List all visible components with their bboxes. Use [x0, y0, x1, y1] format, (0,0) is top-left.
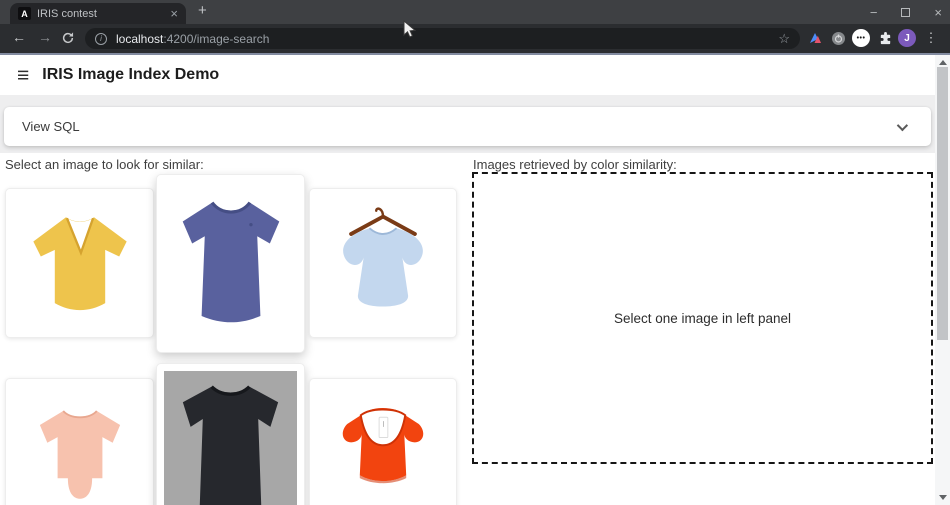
page-title: IRIS Image Index Demo — [42, 66, 219, 84]
lightblue-blouse-image — [325, 202, 441, 324]
app-header: ≡ IRIS Image Index Demo — [0, 55, 935, 95]
browser-toolbar: ← → i localhost:4200/image-search ☆ — [0, 24, 950, 53]
product-card-lightblue-blouse[interactable] — [309, 188, 457, 338]
url-text: localhost:4200/image-search — [116, 32, 269, 46]
tab-title: IRIS contest — [37, 8, 170, 20]
product-card-yellow-top[interactable] — [5, 188, 154, 338]
scrollbar-thumb[interactable] — [937, 67, 948, 340]
favicon-icon: A — [18, 7, 31, 20]
forward-button[interactable]: → — [38, 29, 52, 45]
mouse-cursor — [403, 20, 416, 39]
close-window-button[interactable]: × — [934, 6, 942, 19]
main-content: Select an image to look for similar: Ima… — [0, 153, 935, 505]
reload-button[interactable] — [61, 31, 75, 50]
page-scrollbar[interactable] — [935, 55, 950, 505]
product-card-orange-croptop[interactable] — [309, 378, 457, 505]
view-sql-label: View SQL — [22, 119, 80, 134]
right-panel-heading: Images retrieved by color similarity: — [473, 157, 677, 172]
profile-avatar[interactable]: J — [898, 29, 916, 47]
product-card-peach-onesie[interactable] — [5, 378, 154, 505]
scroll-up-icon[interactable] — [939, 60, 947, 65]
view-sql-panel[interactable]: View SQL — [4, 107, 931, 146]
browser-tab[interactable]: A IRIS contest × — [10, 3, 186, 24]
product-card-black-tshirt[interactable] — [156, 363, 305, 505]
back-button[interactable]: ← — [12, 29, 26, 45]
tab-close-icon[interactable]: × — [170, 7, 178, 20]
hamburger-menu-icon[interactable]: ≡ — [17, 65, 29, 86]
browser-menu-icon[interactable]: ⋮ — [922, 29, 940, 47]
chevron-down-icon[interactable] — [897, 119, 908, 130]
left-panel-heading: Select an image to look for similar: — [5, 157, 204, 172]
product-card-blue-tshirt[interactable] — [156, 174, 305, 353]
bookmark-star-icon[interactable]: ☆ — [778, 31, 790, 47]
address-bar[interactable]: i localhost:4200/image-search ☆ — [85, 28, 800, 49]
new-tab-button[interactable]: + — [198, 2, 207, 19]
site-info-icon[interactable]: i — [95, 33, 107, 45]
extension-dots-icon[interactable]: ••• — [852, 29, 870, 47]
orange-croptop-image — [325, 392, 441, 505]
window-controls: − × — [870, 0, 942, 24]
results-placeholder-text: Select one image in left panel — [614, 311, 791, 326]
yellow-vneck-top-image — [24, 204, 136, 322]
extension-grey-icon[interactable] — [829, 29, 847, 47]
results-dropzone: Select one image in left panel — [472, 172, 933, 464]
extensions-puzzle-icon[interactable] — [876, 29, 894, 47]
browser-window: A IRIS contest × + − × ← → i localhost:4… — [0, 0, 950, 505]
peach-onesie-image — [24, 394, 136, 505]
maximize-button[interactable] — [901, 8, 910, 17]
browser-tab-strip: A IRIS contest × + − × — [0, 0, 950, 24]
minimize-button[interactable]: − — [870, 6, 878, 19]
extension-colorful-icon[interactable] — [806, 29, 824, 47]
black-tshirt-image — [164, 371, 297, 505]
blue-tshirt-image — [168, 190, 294, 337]
scroll-down-icon[interactable] — [939, 495, 947, 500]
